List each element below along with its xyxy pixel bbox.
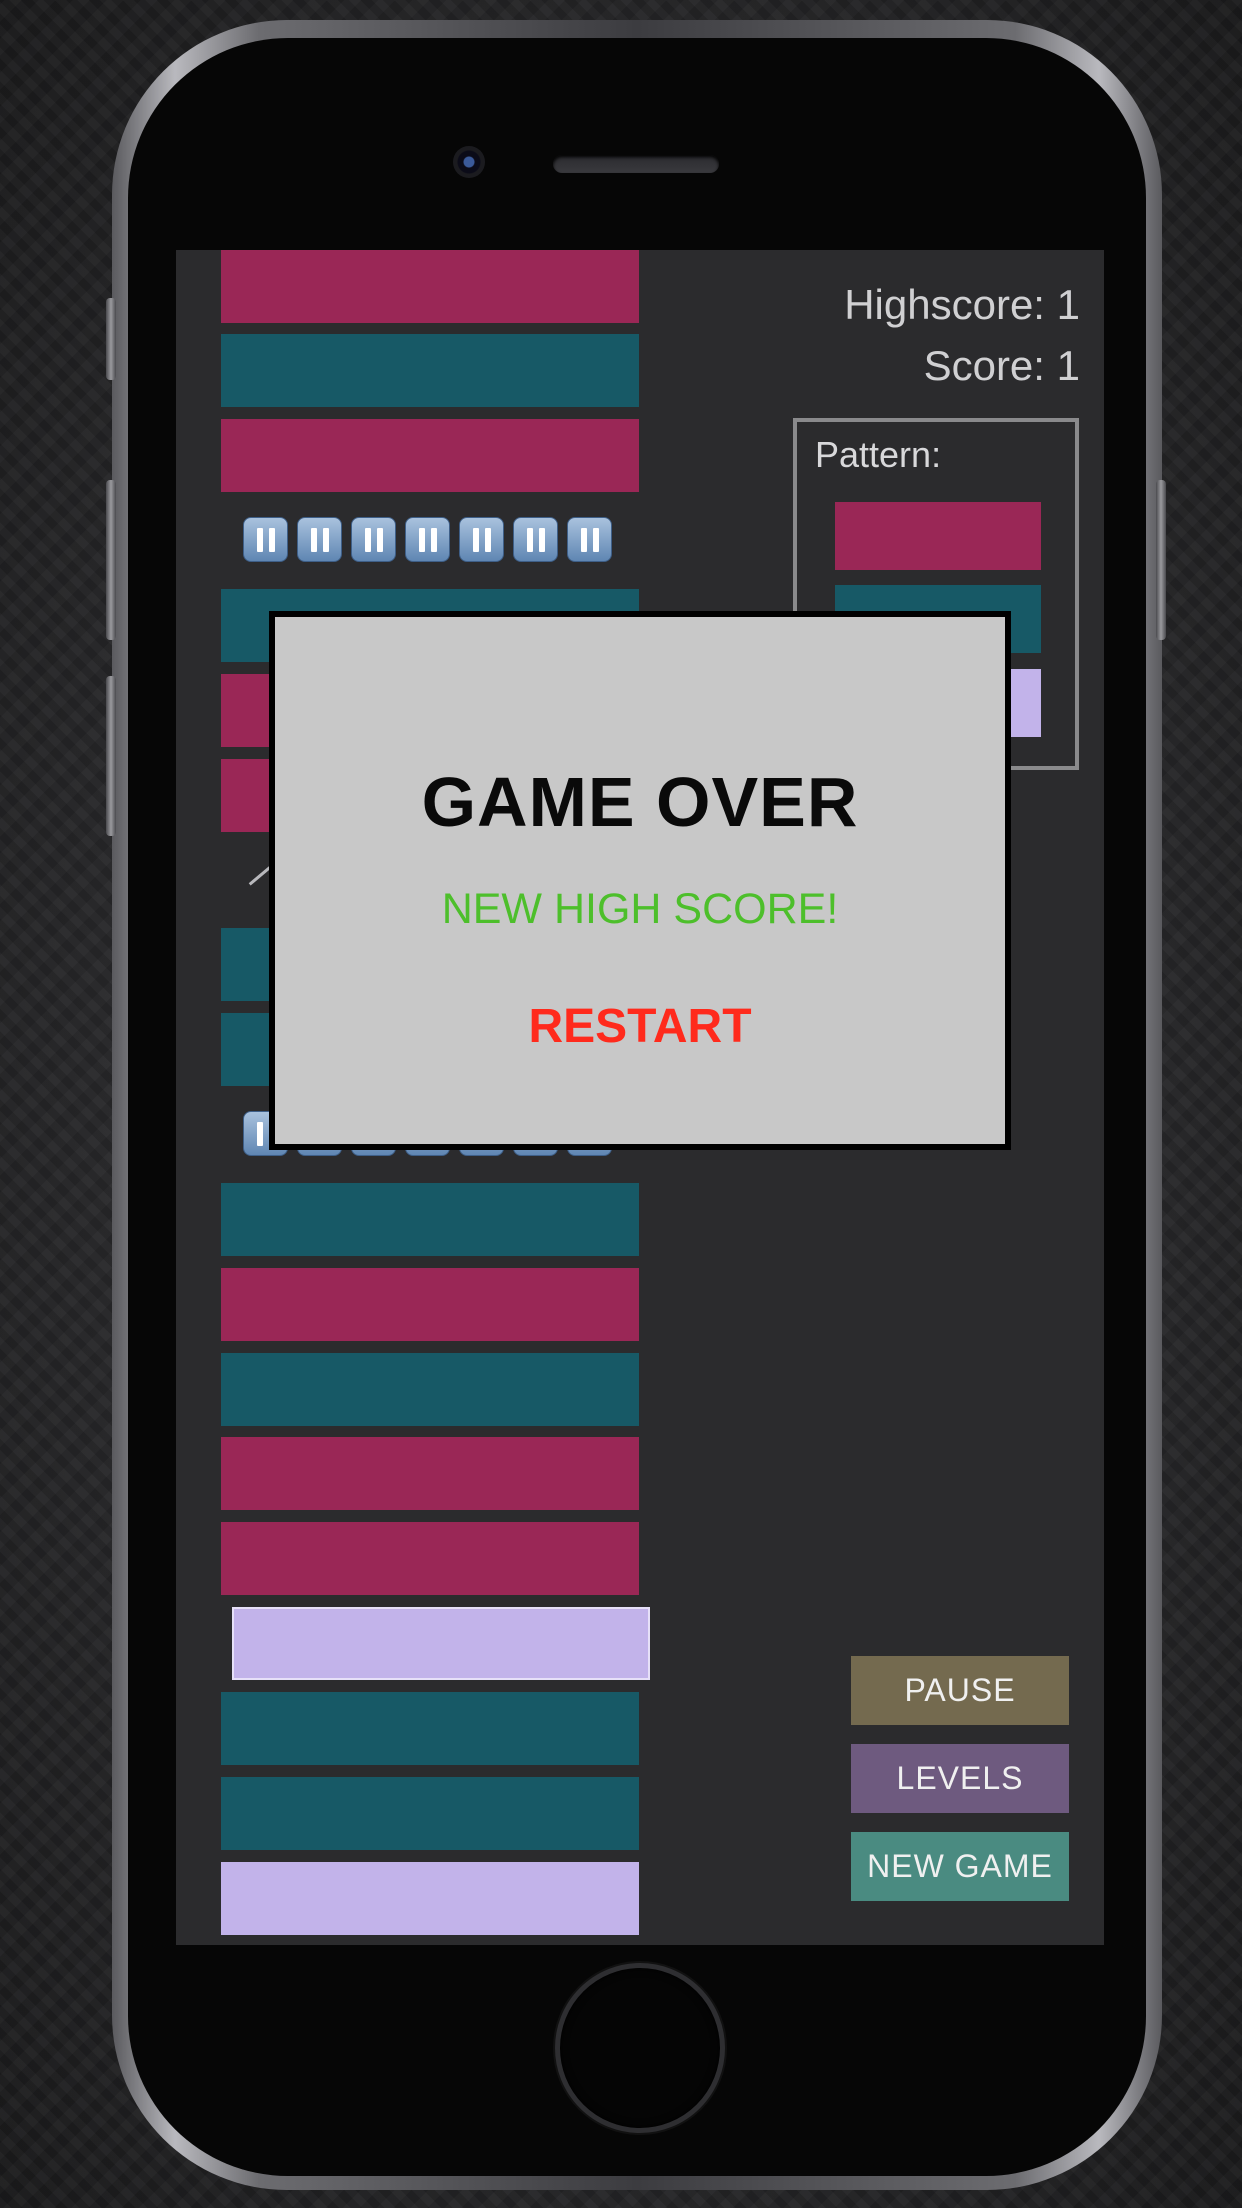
pause-icon (405, 517, 450, 562)
pause-icon (297, 517, 342, 562)
game-over-title: GAME OVER (421, 763, 859, 841)
stack-bar-magenta (221, 419, 639, 492)
pause-icon (459, 517, 504, 562)
front-camera-icon (453, 146, 485, 178)
mute-switch (106, 298, 116, 380)
stack-bar-teal (221, 334, 639, 407)
stack-bar-magenta (221, 1437, 639, 1510)
pattern-bar-magenta (835, 502, 1041, 570)
stack-bar-lavender-active[interactable] (232, 1607, 650, 1680)
pause-icon (513, 517, 558, 562)
game-screen: Highscore: 1 Score: 1 Pattern: PAUSE LEV… (176, 250, 1104, 1945)
game-over-dialog: GAME OVER NEW HIGH SCORE! RESTART (269, 611, 1011, 1150)
stack-bar-magenta (221, 1522, 639, 1595)
stack-bar-magenta (221, 250, 639, 323)
earpiece-speaker (553, 155, 719, 173)
pause-icon (567, 517, 612, 562)
volume-up-button (106, 480, 116, 640)
highscore-label: Highscore: 1 (844, 281, 1080, 328)
power-button (1156, 480, 1166, 640)
restart-button[interactable]: RESTART (275, 999, 1005, 1054)
pause-icon (243, 517, 288, 562)
stack-bar-lavender (221, 1862, 639, 1935)
stack-bar-magenta (221, 1268, 639, 1341)
stack-bar-teal (221, 1692, 639, 1765)
stack-bar-teal (221, 1353, 639, 1426)
pause-button[interactable]: PAUSE (851, 1656, 1069, 1725)
stack-bar-teal (221, 1777, 639, 1850)
pause-icon-row (243, 517, 612, 562)
stack-bar-teal (221, 1183, 639, 1256)
new-high-score-text: NEW HIGH SCORE! (441, 885, 839, 933)
pattern-label: Pattern: (815, 434, 942, 475)
levels-button[interactable]: LEVELS (851, 1744, 1069, 1813)
pause-icon (351, 517, 396, 562)
score-label: Score: 1 (923, 342, 1080, 389)
home-button[interactable] (555, 1963, 725, 2133)
volume-down-button (106, 676, 116, 836)
new-game-button[interactable]: NEW GAME (851, 1832, 1069, 1901)
score-panel: Highscore: 1 Score: 1 (844, 274, 1080, 396)
